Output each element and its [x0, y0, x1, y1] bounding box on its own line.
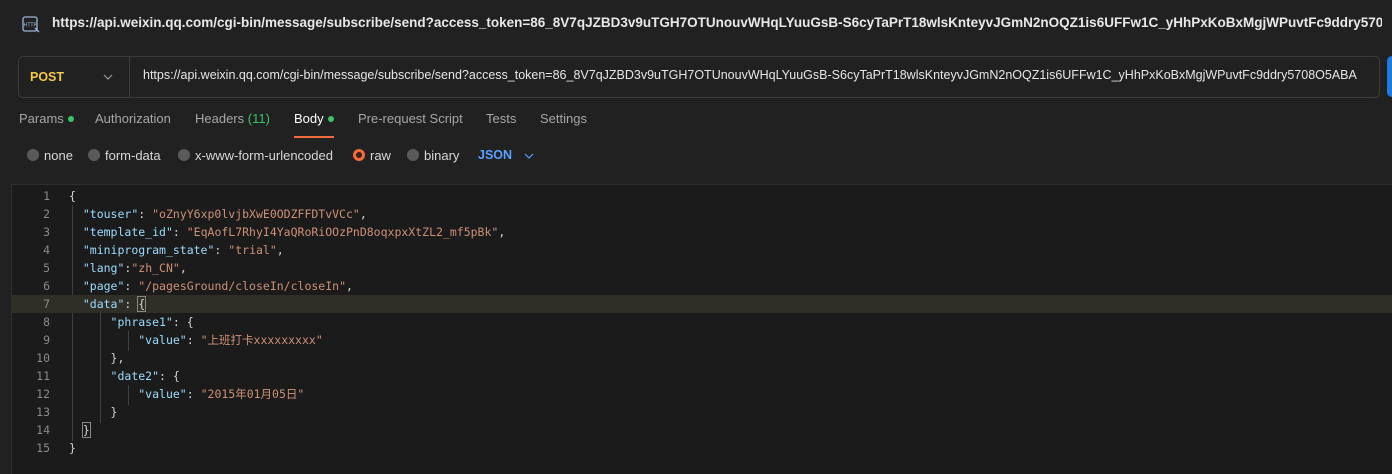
url-input[interactable]: https://api.weixin.qq.com/cgi-bin/messag…	[143, 68, 1371, 82]
chevron-down-icon	[103, 74, 113, 80]
radio-x-www-form-urlencoded[interactable]	[178, 149, 190, 161]
line-number: 14	[36, 423, 50, 437]
radio-label-x-www-form-urlencoded[interactable]: x-www-form-urlencoded	[195, 148, 333, 163]
code-text: "lang":"zh_CN",	[82, 261, 187, 275]
code-text: "touser": "oZnyY6xp0lvjbXwE0ODZFFDTvVCc"…	[82, 207, 367, 221]
line-number: 8	[43, 315, 50, 329]
line-number: 4	[43, 243, 50, 257]
chevron-down-icon	[524, 153, 534, 159]
tab-label: Authorization	[95, 111, 171, 126]
headers-count: (11)	[247, 111, 270, 126]
code-line[interactable]: 3 "template_id": "EqAofL7RhyI4YaQRoRiOOz…	[12, 223, 1392, 241]
code-text: "template_id": "EqAofL7RhyI4YaQRoRiOOzPn…	[82, 225, 506, 239]
code-text: "data": {	[82, 296, 147, 312]
line-number: 15	[36, 441, 50, 455]
code-line[interactable]: 1{	[12, 187, 1392, 205]
http-request-icon: HTTP	[22, 16, 40, 33]
tab-label: Body	[294, 111, 324, 126]
line-number: 5	[43, 261, 50, 275]
active-indicator-dot	[327, 115, 334, 122]
tab-authorization[interactable]: Authorization	[95, 111, 171, 126]
line-number: 3	[43, 225, 50, 239]
code-line[interactable]: 7 "data": {	[12, 295, 1392, 313]
line-number: 7	[43, 297, 50, 311]
url-bar: POST https://api.weixin.qq.com/cgi-bin/m…	[18, 56, 1380, 98]
method-dropdown[interactable]: POST	[19, 57, 130, 97]
radio-label-binary[interactable]: binary	[424, 148, 459, 163]
radio-form-data[interactable]	[88, 149, 100, 161]
code-line[interactable]: 2 "touser": "oZnyY6xp0lvjbXwE0ODZFFDTvVC…	[12, 205, 1392, 223]
code-line[interactable]: 4 "miniprogram_state": "trial",	[12, 241, 1392, 259]
code-line[interactable]: 5 "lang":"zh_CN",	[12, 259, 1392, 277]
tab-label: Params	[19, 111, 64, 126]
active-indicator-dot	[67, 115, 74, 122]
code-line[interactable]: 14 }	[12, 421, 1392, 439]
line-number: 9	[43, 333, 50, 347]
matching-bracket: }	[81, 422, 91, 438]
tab-body[interactable]: Body	[294, 111, 334, 126]
tab-settings[interactable]: Settings	[540, 111, 587, 126]
code-text: "page": "/pagesGround/closeIn/closeIn",	[82, 279, 353, 293]
line-number: 6	[43, 279, 50, 293]
code-text: }	[69, 405, 118, 419]
line-number: 12	[36, 387, 50, 401]
code-text: "phrase1": {	[110, 315, 194, 329]
radio-label-form-data[interactable]: form-data	[105, 148, 161, 163]
tab-label: Headers	[195, 111, 245, 126]
matching-bracket: {	[137, 296, 147, 312]
line-number: 13	[36, 405, 50, 419]
method-label: POST	[30, 70, 65, 84]
code-line[interactable]: 10 },	[12, 349, 1392, 367]
radio-raw[interactable]	[353, 149, 365, 161]
code-line[interactable]: 15}	[12, 439, 1392, 457]
line-number: 1	[43, 189, 50, 203]
code-line[interactable]: 11 "date2": {	[12, 367, 1392, 385]
code-editor[interactable]: 1{2 "touser": "oZnyY6xp0lvjbXwE0ODZFFDTv…	[11, 184, 1392, 474]
code-text: }	[69, 421, 91, 439]
code-line[interactable]: 13 }	[12, 403, 1392, 421]
svg-text:HTTP: HTTP	[24, 23, 37, 29]
language-dropdown[interactable]: JSON	[478, 148, 512, 162]
active-tab-underline	[294, 136, 334, 138]
tab-pre-request-script[interactable]: Pre-request Script	[358, 111, 463, 126]
tab-label: Settings	[540, 111, 587, 126]
line-number: 2	[43, 207, 50, 221]
tab-label: Pre-request Script	[358, 111, 463, 126]
title-bar: HTTP https://api.weixin.qq.com/cgi-bin/m…	[0, 0, 1392, 50]
radio-binary[interactable]	[407, 149, 419, 161]
code-line[interactable]: 12 "value": "2015年01月05日"	[12, 385, 1392, 403]
tab-label: Tests	[486, 111, 517, 126]
tab-tests[interactable]: Tests	[486, 111, 516, 126]
code-text: }	[69, 441, 76, 455]
code-text: {	[69, 189, 76, 203]
code-text: "miniprogram_state": "trial",	[82, 243, 284, 257]
line-number: 11	[36, 369, 50, 383]
tab-params[interactable]: Params	[19, 111, 74, 126]
code-text: "value": "上班打卡xxxxxxxxx"	[138, 333, 323, 347]
code-text: "value": "2015年01月05日"	[138, 387, 305, 401]
code-line[interactable]: 6 "page": "/pagesGround/closeIn/closeIn"…	[12, 277, 1392, 295]
radio-label-raw[interactable]: raw	[370, 148, 391, 163]
code-text: "date2": {	[110, 369, 180, 383]
code-line[interactable]: 9 "value": "上班打卡xxxxxxxxx"	[12, 331, 1392, 349]
send-button[interactable]	[1387, 56, 1392, 97]
radio-label-none[interactable]: none	[44, 148, 73, 163]
line-number: 10	[36, 351, 50, 365]
code-line[interactable]: 8 "phrase1": {	[12, 313, 1392, 331]
code-text: },	[69, 351, 125, 365]
radio-none[interactable]	[27, 149, 39, 161]
request-title[interactable]: https://api.weixin.qq.com/cgi-bin/messag…	[52, 15, 1382, 30]
tab-headers[interactable]: Headers (11)	[195, 111, 270, 126]
